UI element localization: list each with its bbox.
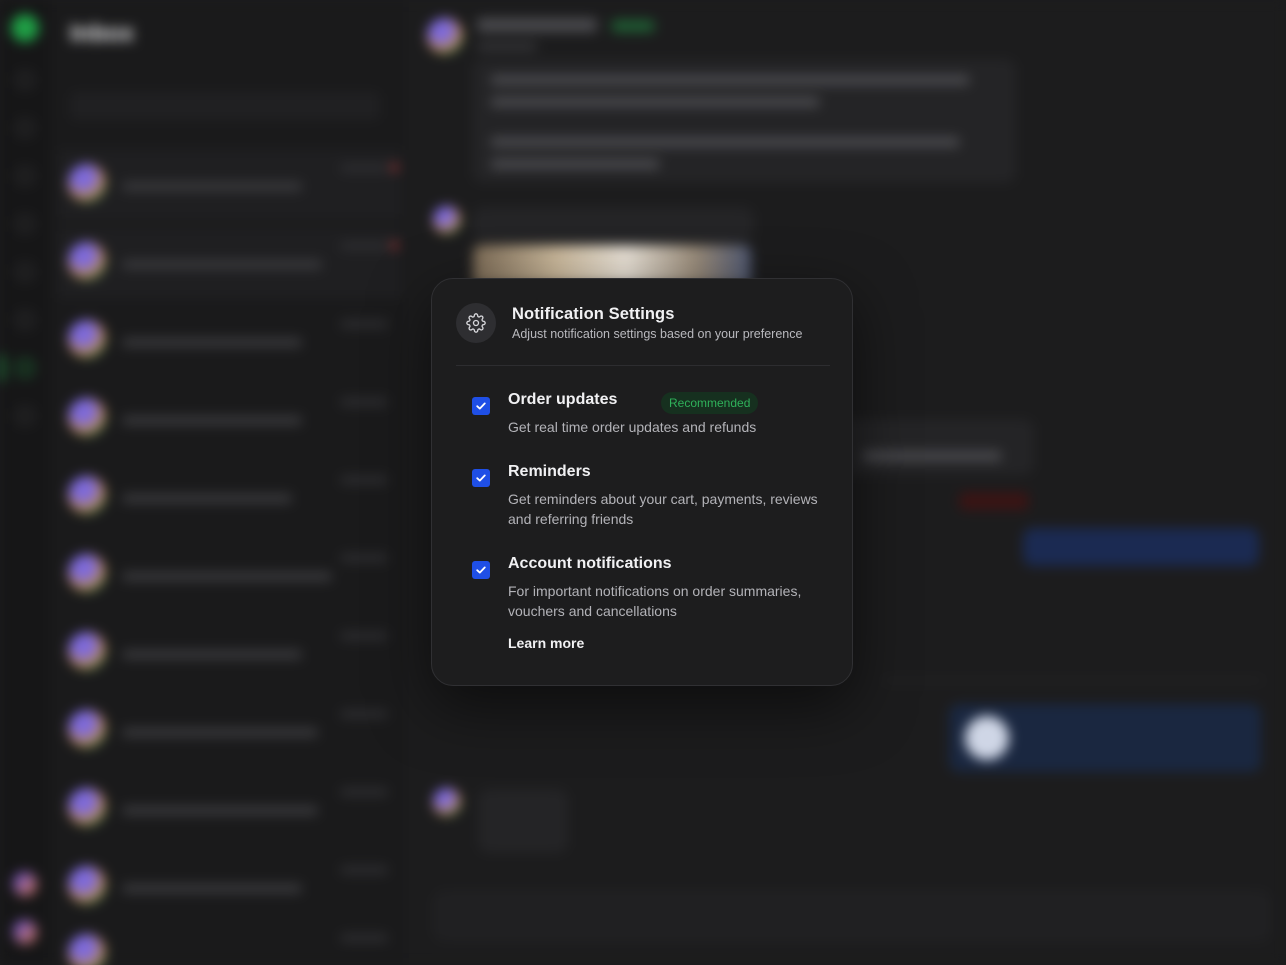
status-badge (611, 20, 655, 32)
inbox-panel: Inbox (50, 0, 411, 965)
nav-rail (0, 0, 51, 965)
avatar (433, 206, 461, 234)
order-updates-checkbox[interactable] (472, 397, 490, 415)
check-icon (476, 566, 486, 574)
app-logo (11, 14, 39, 42)
learn-more-link[interactable]: Learn more (508, 635, 584, 651)
recommended-badge: Recommended (661, 392, 759, 414)
file-attachment (949, 704, 1261, 772)
gear-icon (456, 303, 496, 343)
account-notifications-description: For important notifications on order sum… (508, 583, 802, 619)
date-divider (883, 680, 1263, 681)
list-item (58, 462, 402, 532)
nav-rail-icon (17, 408, 33, 424)
reminders-description: Get reminders about your cart, payments,… (508, 491, 818, 527)
message-bubble (473, 60, 1015, 182)
order-updates-description: Get real time order updates and refunds (508, 419, 757, 435)
nav-rail-icon (17, 120, 33, 136)
list-item (58, 540, 402, 610)
nav-rail-icon (17, 360, 33, 376)
check-icon (476, 402, 486, 410)
modal-subtitle: Adjust notification settings based on yo… (512, 327, 803, 341)
modal-divider (456, 365, 830, 366)
notification-settings-modal: Notification Settings Adjust notificatio… (431, 278, 853, 686)
list-item (58, 228, 402, 298)
nav-rail-icon (17, 264, 33, 280)
message-bubble (473, 208, 753, 240)
account-notifications-label: Account notifications (508, 555, 672, 572)
message-bubble (479, 790, 567, 852)
status-badge (959, 492, 1029, 510)
modal-title: Notification Settings (512, 305, 675, 323)
avatar (13, 920, 37, 944)
list-item (58, 774, 402, 844)
nav-rail-icon (17, 216, 33, 232)
order-updates-label: Order updates (508, 391, 618, 408)
account-notifications-checkbox[interactable] (472, 561, 490, 579)
list-item (58, 852, 402, 922)
message-bubble (831, 420, 1033, 474)
app-root: Inbox Notification Settings Adjust notif… (0, 0, 1286, 965)
avatar (427, 18, 463, 54)
message-bubble (1023, 528, 1259, 566)
check-icon (476, 474, 486, 482)
nav-rail-icon (17, 72, 33, 88)
list-item (58, 384, 402, 454)
reminders-label: Reminders (508, 463, 591, 480)
nav-rail-active-indicator (0, 355, 4, 381)
avatar (433, 788, 461, 816)
list-item (58, 920, 402, 965)
chat-contact-name (477, 18, 597, 32)
inbox-title: Inbox (70, 20, 134, 47)
list-item (58, 306, 402, 376)
nav-rail-icon (17, 312, 33, 328)
list-item (58, 618, 402, 688)
avatar (13, 872, 37, 896)
search-input (70, 92, 380, 120)
reminders-checkbox[interactable] (472, 469, 490, 487)
list-item (58, 696, 402, 766)
chat-contact-subtitle (477, 42, 537, 51)
list-item (58, 150, 402, 220)
nav-rail-icon (17, 168, 33, 184)
message-composer (435, 892, 1269, 940)
